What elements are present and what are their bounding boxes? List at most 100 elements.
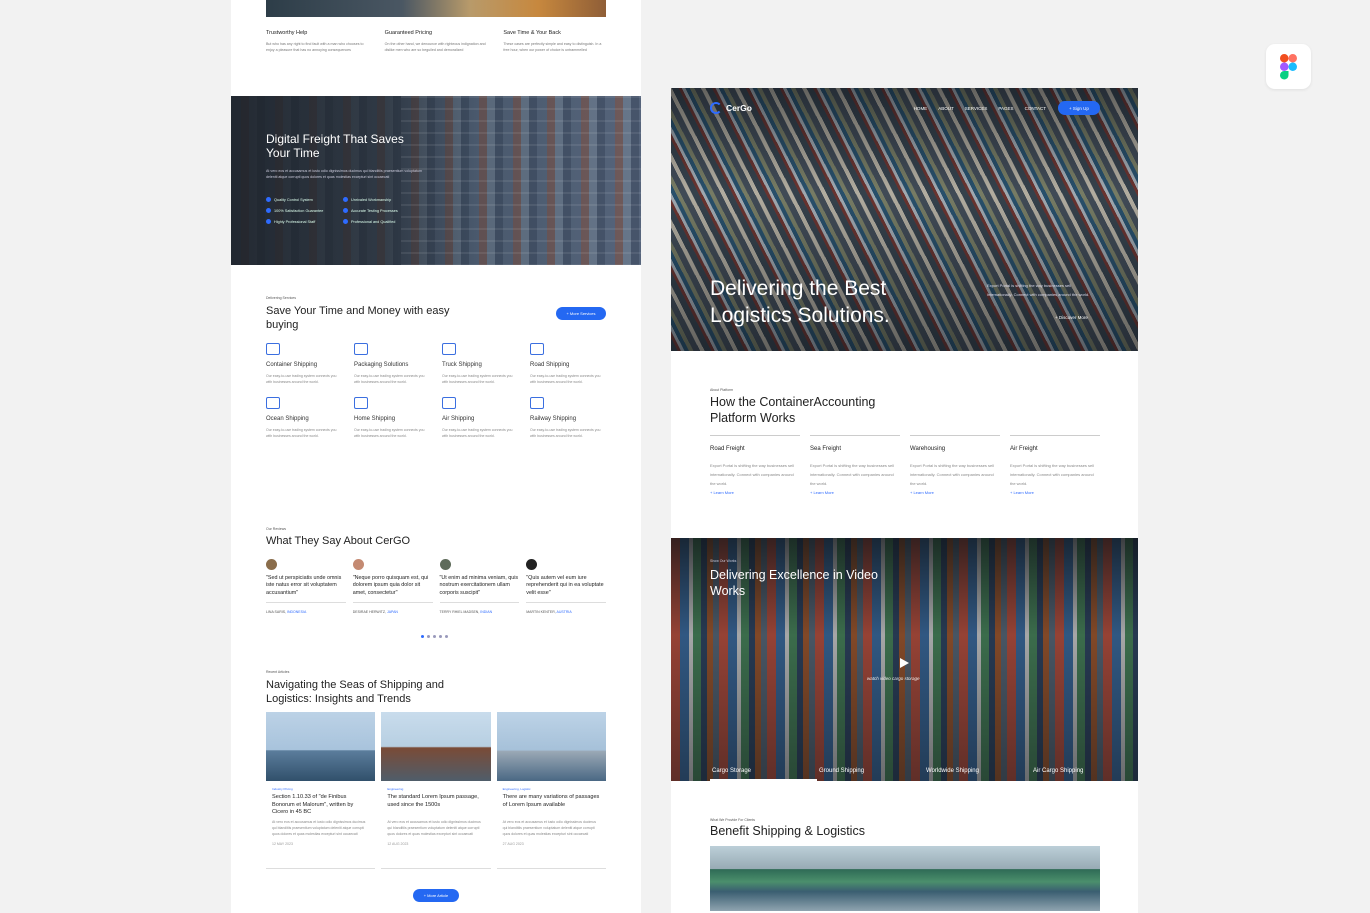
platform-column: Warehousing Export Portal is shifting the… xyxy=(910,435,1000,495)
articles-section: Recent Articles Navigating the Seas of S… xyxy=(266,670,606,869)
tab-air-cargo-shipping[interactable]: Air Cargo Shipping xyxy=(1031,764,1138,781)
sign-up-button[interactable]: + Sign Up xyxy=(1058,101,1100,115)
digital-freight-section: Digital Freight That Saves Your Time At … xyxy=(231,96,641,265)
service-title: Container Shipping xyxy=(266,362,318,368)
article-desc: At vero eos et accusamus et iusto odio d… xyxy=(502,820,597,836)
column-title: Road Freight xyxy=(710,446,745,452)
testimonial-author: LINA SARIS, INDONESIA xyxy=(266,610,307,614)
nav-item-home[interactable]: HOME xyxy=(914,106,928,111)
hero-title: Delivering the Best Logistics Solutions. xyxy=(710,277,890,327)
tab-cargo-storage[interactable]: Cargo Storage xyxy=(710,764,817,781)
article-title[interactable]: There are many variations of passages of… xyxy=(503,794,600,816)
feature-title: Trustworthy Help xyxy=(266,30,308,36)
avatar xyxy=(526,559,538,570)
column-desc: Export Portal is shifting the way busine… xyxy=(710,463,795,486)
testimonial-quote: "Ut enim ad minima veniam, quis nostrum … xyxy=(439,575,520,603)
freight-bullets: Quality Control System Unrivaled Workman… xyxy=(266,197,416,224)
container-icon xyxy=(266,343,280,355)
nav-item-pages[interactable]: PAGES xyxy=(998,106,1013,111)
article-card[interactable]: Engineering The standard Lorem Ipsum pass… xyxy=(381,712,491,869)
box-icon xyxy=(354,343,368,355)
learn-more-link[interactable]: + Learn More xyxy=(1010,490,1100,495)
plane-icon xyxy=(442,397,456,409)
nav-item-services[interactable]: SERVICES xyxy=(965,106,988,111)
feature-row: Trustworthy Help But who has any right t… xyxy=(266,30,606,53)
hero-side-text: Export Portal is shifting the way busine… xyxy=(987,283,1090,297)
service-desc: Our easy-to-use trading system connects … xyxy=(530,428,601,438)
feature-desc: But who has any right to find fault with… xyxy=(266,42,364,52)
article-date: 12 MAY 2023 xyxy=(272,842,293,846)
service-card[interactable]: Home Shipping Our easy-to-use trading sys… xyxy=(354,397,430,439)
carousel-dot[interactable] xyxy=(445,635,448,638)
article-category: Industry Pricing xyxy=(272,787,293,791)
service-card[interactable]: Ocean Shipping Our easy-to-use trading sy… xyxy=(266,397,342,439)
carousel-dots xyxy=(421,635,448,638)
service-card[interactable]: Air Shipping Our easy-to-use trading syst… xyxy=(442,397,518,439)
service-card[interactable]: Road Shipping Our easy-to-use trading sys… xyxy=(530,343,606,385)
check-icon xyxy=(343,197,348,202)
ship-icon xyxy=(266,397,280,409)
benefit-image xyxy=(710,846,1100,911)
article-card[interactable]: Industry Pricing Section 1.10.33 of "de F… xyxy=(266,712,376,869)
article-category: Engineering, Logistic xyxy=(502,787,531,791)
service-title: Air Shipping xyxy=(442,416,475,422)
feature-title: Save Time & Your Back xyxy=(503,30,561,36)
benefit-kicker: What We Provide For Clients xyxy=(710,818,756,822)
learn-more-link[interactable]: + Learn More xyxy=(910,490,1000,495)
play-icon[interactable] xyxy=(900,658,909,668)
port-crane-image xyxy=(401,96,641,265)
carousel-dot[interactable] xyxy=(433,635,436,638)
testimonials-kicker: Our Reviews xyxy=(266,527,287,531)
testimonial-quote: "Neque porro quisquam est, qui dolorem i… xyxy=(352,575,433,603)
feature-title: Guaranteed Pricing xyxy=(384,30,433,36)
check-icon xyxy=(343,219,348,224)
top-nav: CerGo HOME ABOUT SERVICES PAGES CONTACT … xyxy=(710,100,1100,116)
article-image xyxy=(496,712,606,781)
services-title: Save Your Time and Money with easy buyin… xyxy=(266,305,450,331)
feature-item: Guaranteed Pricing On the other hand, we… xyxy=(385,30,488,53)
benefit-title: Benefit Shipping & Logistics xyxy=(710,824,865,838)
service-desc: Our easy-to-use trading system connects … xyxy=(442,374,513,384)
brand-logo[interactable]: CerGo xyxy=(710,102,752,114)
service-card[interactable]: Truck Shipping Our easy-to-use trading sy… xyxy=(442,343,518,385)
platform-title: How the ContainerAccounting Platform Wor… xyxy=(710,395,876,425)
check-icon xyxy=(266,197,271,202)
avatar xyxy=(439,559,451,570)
platform-column: Road Freight Export Portal is shifting th… xyxy=(710,435,800,495)
articles-kicker: Recent Articles xyxy=(266,670,290,674)
testimonial-author: DESIRAE HERWITZ, JAPAN xyxy=(352,610,398,614)
platform-kicker: About Platform xyxy=(710,388,734,392)
article-title[interactable]: Section 1.10.33 of "de Finibus Bonorum e… xyxy=(272,794,369,816)
bullet-item: Accurate Testing Processes xyxy=(343,208,416,213)
testimonial-author: TERRY RHIEL MADSEN, INDIAN xyxy=(439,610,493,614)
service-card[interactable]: Packaging Solutions Our easy-to-use tradi… xyxy=(354,343,430,385)
article-title[interactable]: The standard Lorem Ipsum passage, used s… xyxy=(387,794,484,816)
logo-icon xyxy=(710,102,722,114)
article-card[interactable]: Engineering, Logistic There are many vari… xyxy=(496,712,606,869)
service-card[interactable]: Container Shipping Our easy-to-use tradin… xyxy=(266,343,342,385)
more-services-button[interactable]: + More Services xyxy=(556,307,606,320)
nav-item-about[interactable]: ABOUT xyxy=(938,106,954,111)
video-tabs: Cargo Storage Ground Shipping Worldwide … xyxy=(710,764,1138,781)
services-kicker: Delivering Services xyxy=(266,296,296,300)
check-icon xyxy=(266,208,271,213)
feature-desc: On the other hand, we denounce with righ… xyxy=(384,42,486,52)
bullet-item: Highly Professional Staff xyxy=(266,219,339,224)
carousel-dot[interactable] xyxy=(421,635,424,638)
more-article-button[interactable]: + More Article xyxy=(413,889,459,902)
service-desc: Our easy-to-use trading system connects … xyxy=(266,428,337,438)
tab-worldwide-shipping[interactable]: Worldwide Shipping xyxy=(924,764,1031,781)
carousel-dot[interactable] xyxy=(439,635,442,638)
service-desc: Our easy-to-use trading system connects … xyxy=(354,374,425,384)
learn-more-link[interactable]: + Learn More xyxy=(810,490,900,495)
carousel-dot[interactable] xyxy=(427,635,430,638)
service-desc: Our easy-to-use trading system connects … xyxy=(266,374,337,384)
nav-item-contact[interactable]: CONTACT xyxy=(1025,106,1046,111)
tab-ground-shipping[interactable]: Ground Shipping xyxy=(817,764,924,781)
learn-more-link[interactable]: + Learn More xyxy=(710,490,800,495)
figma-badge xyxy=(1266,44,1311,89)
service-card[interactable]: Railway Shipping Our easy-to-use trading … xyxy=(530,397,606,439)
service-title: Ocean Shipping xyxy=(266,416,309,422)
brand-name: CerGo xyxy=(726,103,752,113)
discover-more-link[interactable]: + Discover More xyxy=(1055,315,1088,320)
